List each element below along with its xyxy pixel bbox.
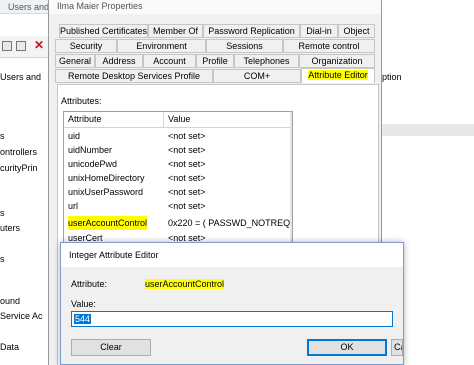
value-cell: 0x220 = ( PASSWD_NOTREQD | NORMAL_	[168, 218, 293, 228]
table-row-selected[interactable]: userAccountControl 0x220 = ( PASSWD_NOTR…	[64, 216, 293, 230]
tab-telephones[interactable]: Telephones	[234, 54, 299, 68]
tree-item[interactable]: ound	[0, 296, 20, 306]
tree-item[interactable]: ontrollers	[0, 147, 37, 157]
value-input[interactable]	[71, 311, 393, 327]
tab-organization[interactable]: Organization	[299, 54, 375, 68]
value-cell: <not set>	[168, 145, 206, 155]
background-title: Users and	[8, 2, 50, 12]
tab-general[interactable]: General	[55, 54, 95, 68]
tab-object[interactable]: Object	[338, 24, 375, 38]
tab-sessions[interactable]: Sessions	[206, 39, 283, 53]
value-label: Value:	[71, 299, 96, 309]
tab-member-of[interactable]: Member Of	[148, 24, 203, 38]
value-input-text: 544	[74, 314, 92, 324]
value-cell: <not set>	[168, 201, 206, 211]
background-selected-row	[380, 124, 474, 136]
tab-environment[interactable]: Environment	[117, 39, 206, 53]
tab-account[interactable]: Account	[143, 54, 196, 68]
properties-icon[interactable]	[16, 41, 26, 51]
tree-item[interactable]: uters	[0, 223, 20, 233]
table-row[interactable]: unixHomeDirectory <not set>	[64, 171, 292, 185]
integer-attribute-editor-dialog: Integer Attribute Editor Attribute: user…	[60, 242, 404, 365]
clear-button[interactable]: Clear	[71, 339, 151, 356]
tree-item[interactable]: s	[0, 254, 5, 264]
table-row[interactable]: uidNumber <not set>	[64, 143, 292, 157]
tab-attribute-editor[interactable]: Attribute Editor	[301, 68, 375, 83]
attribute-cell: userAccountControl	[68, 216, 148, 230]
properties-title: Ilma Maier Properties	[57, 1, 143, 11]
attribute-cell: uidNumber	[68, 145, 113, 155]
integer-editor-title: Integer Attribute Editor	[69, 250, 159, 260]
tree-item[interactable]: curityPrin	[0, 163, 38, 173]
background-toolbar: ✕	[0, 36, 48, 58]
tab-security[interactable]: Security	[55, 39, 117, 53]
cancel-button[interactable]: Cancel	[391, 339, 403, 356]
tab-remote-control[interactable]: Remote control	[283, 39, 375, 53]
tab-address[interactable]: Address	[95, 54, 143, 68]
tab-published-certificates[interactable]: Published Certificates	[59, 24, 148, 38]
integer-editor-title-bar: Integer Attribute Editor	[61, 243, 403, 267]
attribute-name: userAccountControl	[145, 279, 225, 289]
attribute-cell: url	[68, 201, 79, 211]
attribute-cell: unixHomeDirectory	[68, 173, 145, 183]
tab-profile[interactable]: Profile	[196, 54, 234, 68]
column-header-value[interactable]: Value	[164, 112, 292, 128]
attributes-label: Attributes:	[61, 96, 102, 106]
column-header-attribute[interactable]: Attribute	[64, 112, 164, 128]
tree-item[interactable]: Users and	[0, 72, 41, 82]
table-row[interactable]: uid <not set>	[64, 129, 292, 143]
properties-title-bar: Ilma Maier Properties	[49, 0, 381, 14]
background-column-header: ption	[382, 72, 402, 82]
tab-com-plus[interactable]: COM+	[213, 69, 301, 83]
value-cell: <not set>	[168, 159, 206, 169]
tab-dial-in[interactable]: Dial-in	[300, 24, 338, 38]
attribute-cell: uid	[68, 131, 81, 141]
ok-button[interactable]: OK	[307, 339, 387, 356]
tree-item[interactable]: Data	[0, 342, 19, 352]
tab-remote-desktop-services-profile[interactable]: Remote Desktop Services Profile	[55, 69, 213, 83]
folder-icon[interactable]	[2, 41, 12, 51]
table-row[interactable]: unixUserPassword <not set>	[64, 185, 292, 199]
background-title-bar: Users and	[0, 0, 50, 14]
attribute-cell: unicodePwd	[68, 159, 118, 169]
tab-password-replication[interactable]: Password Replication	[203, 24, 300, 38]
table-row[interactable]: url <not set>	[64, 199, 292, 213]
attribute-cell: unixUserPassword	[68, 187, 144, 197]
value-cell: <not set>	[168, 131, 206, 141]
tab-attribute-editor-label: Attribute Editor	[308, 70, 368, 80]
table-row[interactable]: unicodePwd <not set>	[64, 157, 292, 171]
value-cell: <not set>	[168, 187, 206, 197]
tree-item[interactable]: Service Ac	[0, 311, 43, 321]
tree-item[interactable]: s	[0, 131, 5, 141]
tree-item[interactable]: s	[0, 208, 5, 218]
value-cell: <not set>	[168, 173, 206, 183]
delete-icon[interactable]: ✕	[34, 38, 44, 52]
attribute-label: Attribute:	[71, 279, 108, 289]
